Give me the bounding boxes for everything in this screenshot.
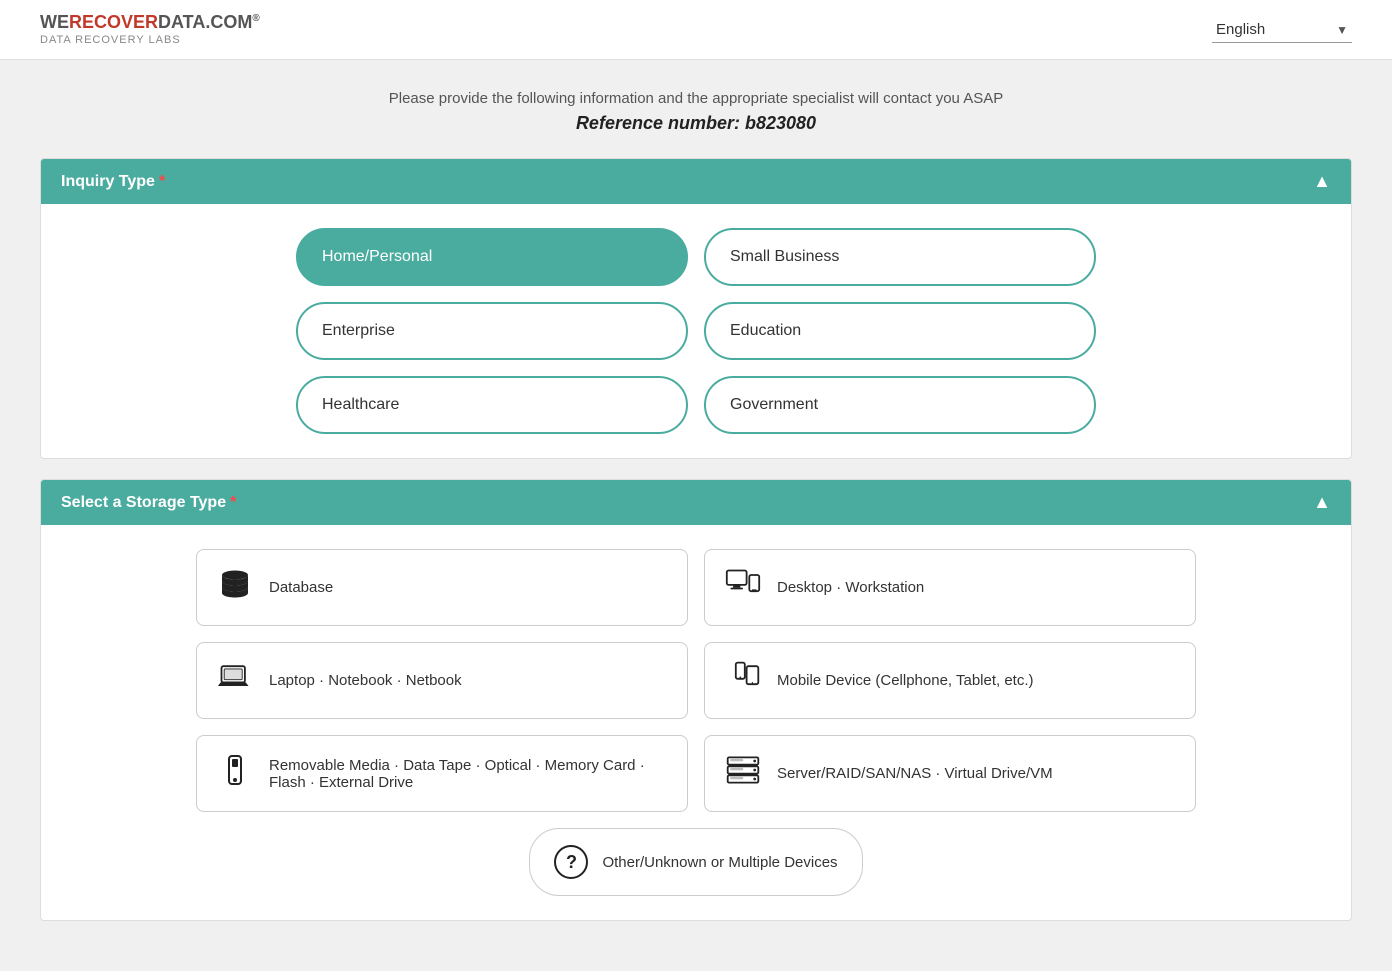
inquiry-type-title: Inquiry Type*: [61, 173, 165, 191]
storage-section-body: Database: [41, 525, 1351, 920]
inquiry-btn-small-business[interactable]: Small Business: [704, 228, 1096, 286]
inquiry-btn-education[interactable]: Education: [704, 302, 1096, 360]
storage-title-text: Select a Storage Type: [61, 494, 226, 511]
desktop-icon: [725, 566, 761, 609]
mobile-label: Mobile Device (Cellphone, Tablet, etc.): [777, 672, 1034, 689]
inquiry-type-section: Inquiry Type* ▲ Home/Personal Small Busi…: [40, 158, 1352, 459]
storage-btn-other[interactable]: ? Other/Unknown or Multiple Devices: [529, 828, 862, 896]
laptop-icon: [217, 659, 253, 702]
server-icon: [725, 752, 761, 795]
laptop-label: Laptop · Notebook · Netbook: [269, 672, 462, 689]
main-content: Please provide the following information…: [0, 60, 1392, 971]
intro-description: Please provide the following information…: [40, 90, 1352, 107]
storage-required-marker: *: [230, 494, 236, 511]
inquiry-btn-healthcare[interactable]: Healthcare: [296, 376, 688, 434]
other-icon: ?: [554, 845, 588, 879]
storage-btn-server[interactable]: Server/RAID/SAN/NAS · Virtual Drive/VM: [704, 735, 1196, 812]
storage-btn-mobile[interactable]: Mobile Device (Cellphone, Tablet, etc.): [704, 642, 1196, 719]
removable-label: Removable Media · Data Tape · Optical · …: [269, 757, 667, 791]
inquiry-btn-government[interactable]: Government: [704, 376, 1096, 434]
inquiry-btn-home-personal[interactable]: Home/Personal: [296, 228, 688, 286]
inquiry-type-header: Inquiry Type* ▲: [41, 159, 1351, 204]
removable-icon: [217, 752, 253, 795]
storage-btn-removable[interactable]: Removable Media · Data Tape · Optical · …: [196, 735, 688, 812]
logo-com: .COM: [205, 12, 252, 32]
header: WERECOVERDATA.COM® DATA RECOVERY LABS En…: [0, 0, 1392, 60]
desktop-label: Desktop · Workstation: [777, 579, 924, 596]
language-dropdown[interactable]: English Français Español Deutsch: [1212, 17, 1352, 43]
reference-number: Reference number: b823080: [40, 113, 1352, 134]
storage-btn-desktop[interactable]: Desktop · Workstation: [704, 549, 1196, 626]
database-icon: [217, 566, 253, 609]
inquiry-required-marker: *: [159, 173, 165, 190]
storage-type-header: Select a Storage Type* ▲: [41, 480, 1351, 525]
mobile-icon: [725, 659, 761, 702]
logo-reg: ®: [252, 13, 259, 24]
database-label: Database: [269, 579, 333, 596]
logo-data: DATA: [158, 12, 205, 32]
logo: WERECOVERDATA.COM® DATA RECOVERY LABS: [40, 12, 260, 47]
inquiry-grid: Home/Personal Small Business Enterprise …: [296, 228, 1096, 434]
storage-grid: Database: [196, 549, 1196, 812]
storage-btn-database[interactable]: Database: [196, 549, 688, 626]
inquiry-btn-enterprise[interactable]: Enterprise: [296, 302, 688, 360]
logo-we: WE: [40, 12, 69, 32]
inquiry-section-body: Home/Personal Small Business Enterprise …: [41, 204, 1351, 458]
storage-btn-laptop[interactable]: Laptop · Notebook · Netbook: [196, 642, 688, 719]
language-selector[interactable]: English Français Español Deutsch ▼: [1212, 17, 1352, 43]
storage-type-section: Select a Storage Type* ▲: [40, 479, 1352, 921]
logo-subtitle: DATA RECOVERY LABS: [40, 34, 260, 47]
storage-type-title: Select a Storage Type*: [61, 494, 236, 512]
logo-recover: RECOVER: [69, 12, 158, 32]
other-label: Other/Unknown or Multiple Devices: [602, 854, 837, 871]
server-label: Server/RAID/SAN/NAS · Virtual Drive/VM: [777, 765, 1053, 782]
storage-section-chevron[interactable]: ▲: [1313, 492, 1331, 513]
inquiry-section-chevron[interactable]: ▲: [1313, 171, 1331, 192]
inquiry-title-text: Inquiry Type: [61, 173, 155, 190]
